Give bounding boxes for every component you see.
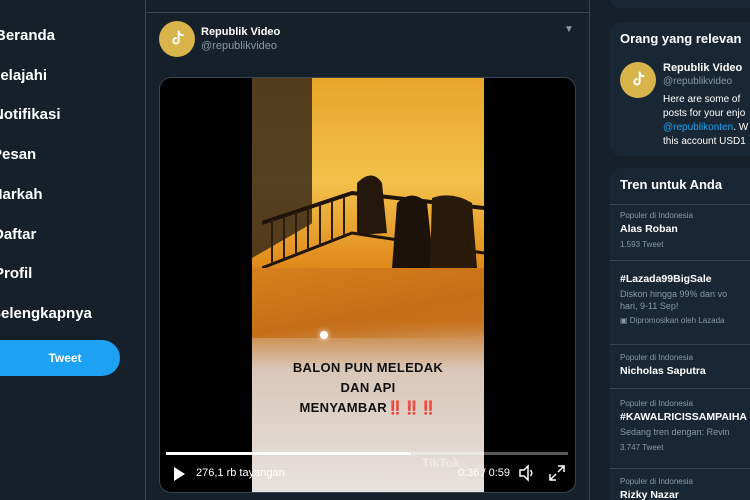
trend-desc-line2: hari, 9-11 Sep! (620, 301, 679, 311)
video-caption-line3: MENYAMBAR‼️‼️‼️ (252, 400, 484, 416)
trend-context: Populer di Indonesia (620, 399, 693, 408)
nav-item-selengkapnya[interactable]: Selengkapnya (0, 305, 92, 322)
relevant-people-title: Orang yang relevan (620, 31, 742, 46)
trend-item[interactable]: Populer di Indonesia Alas Roban 1.593 Tw… (610, 204, 750, 260)
nav-item-jelajahi[interactable]: Jelajahi (0, 67, 47, 84)
exclamation-marks: ‼️‼️‼️ (386, 400, 437, 415)
tiktok-watermark: TikTok (422, 456, 460, 470)
video-controls: TikTok 276,1 rb tayangan 0:36 / 0:59 (160, 452, 575, 492)
nav-item-markah[interactable]: Markah (0, 186, 43, 203)
relevant-avatar[interactable] (620, 62, 656, 98)
relevant-name[interactable]: Republik Video (663, 62, 742, 74)
tweet-button[interactable]: Tweet (0, 340, 120, 376)
trend-name: Rizky Nazar (620, 489, 679, 500)
relevant-bio-link[interactable]: @republikonten (663, 122, 733, 133)
left-navigation: Beranda Jelajahi Notifikasi Pesan Markah… (0, 0, 145, 500)
right-sidebar: Orang yang relevan Republik Video @repub… (598, 0, 750, 500)
relevant-bio-line2: posts for your enjo (663, 108, 746, 119)
trend-count: 3.747 Tweet (620, 443, 664, 452)
nav-item-notifikasi[interactable]: Notifikasi (0, 106, 61, 123)
timeline: Republik Video @republikvideo ▼ BALON PU… (145, 0, 590, 500)
trend-name: #Lazada99BigSale (620, 273, 712, 285)
trend-name: Nicholas Saputra (620, 365, 706, 377)
trend-context: Populer di Indonesia (620, 353, 693, 362)
trend-item-promoted[interactable]: #Lazada99BigSale Diskon hingga 99% dan v… (610, 260, 750, 340)
nav-item-pesan[interactable]: Pesan (0, 146, 36, 163)
promoted-text: Dipromosikan oleh Lazada (629, 316, 725, 325)
trend-item[interactable]: Populer di Indonesia Nicholas Saputra (610, 344, 750, 388)
trend-name: #KAWALRICISSAMPAIHA (620, 411, 747, 423)
fullscreen-icon[interactable] (548, 464, 566, 482)
nav-item-daftar[interactable]: Daftar (0, 226, 36, 243)
floor-edge (252, 268, 484, 338)
trend-name: Alas Roban (620, 223, 678, 235)
ceiling-light (320, 331, 328, 339)
trend-item[interactable]: Populer di Indonesia Rizky Nazar (610, 468, 750, 500)
trend-desc-line1: Sedang tren dengan: Revin (620, 427, 730, 437)
nav-item-profil[interactable]: Profil (0, 265, 32, 282)
play-icon[interactable] (172, 466, 186, 482)
chevron-down-icon[interactable]: ▼ (564, 24, 574, 35)
video-frame: BALON PUN MELEDAK DAN API MENYAMBAR‼️‼️‼… (252, 78, 484, 492)
video-progress-bar[interactable] (166, 452, 568, 455)
relevant-people-card: Orang yang relevan Republik Video @repub… (610, 22, 750, 156)
trends-card: Tren untuk Anda Populer di Indonesia Ala… (610, 168, 750, 500)
tiktok-icon (633, 71, 645, 86)
video-progress-fill (166, 452, 412, 455)
relevant-bio-line3-suffix: . W (733, 122, 749, 133)
relevant-bio-line1: Here are some of (663, 94, 741, 105)
nav-item-beranda[interactable]: Beranda (0, 27, 55, 44)
trends-title: Tren untuk Anda (620, 177, 723, 192)
author-handle[interactable]: @republikvideo (201, 40, 277, 52)
trend-item[interactable]: Populer di Indonesia #KAWALRICISSAMPAIHA… (610, 388, 750, 480)
view-count: 276,1 rb tayangan (196, 467, 285, 479)
video-caption-line1: BALON PUN MELEDAK (292, 360, 444, 375)
relevant-bio-line4: this account USD1 (663, 136, 746, 147)
volume-icon[interactable] (518, 464, 536, 482)
trend-context: Populer di Indonesia (620, 477, 693, 486)
tiktok-icon (172, 30, 184, 45)
author-name[interactable]: Republik Video (201, 26, 280, 38)
trend-count: 1.593 Tweet (620, 240, 664, 249)
video-time: 0:36 / 0:59 (458, 467, 510, 479)
search-card-edge (610, 0, 750, 8)
relevant-bio-line3: @republikonten. W (663, 122, 748, 133)
trend-desc-line1: Diskon hingga 99% dan vo (620, 289, 728, 299)
video-player[interactable]: BALON PUN MELEDAK DAN API MENYAMBAR‼️‼️‼… (159, 77, 576, 493)
video-caption-line2: DAN API (340, 380, 396, 395)
trend-context: Populer di Indonesia (620, 211, 693, 220)
relevant-handle[interactable]: @republikvideo (663, 76, 732, 87)
promoted-icon: ▣ (620, 316, 630, 325)
previous-tweet-edge (146, 0, 589, 13)
promoted-label: ▣ Dipromosikan oleh Lazada (620, 316, 750, 325)
railing-illustration (262, 175, 484, 270)
video-caption-line3-text: MENYAMBAR (299, 400, 387, 415)
author-avatar[interactable] (159, 21, 195, 57)
